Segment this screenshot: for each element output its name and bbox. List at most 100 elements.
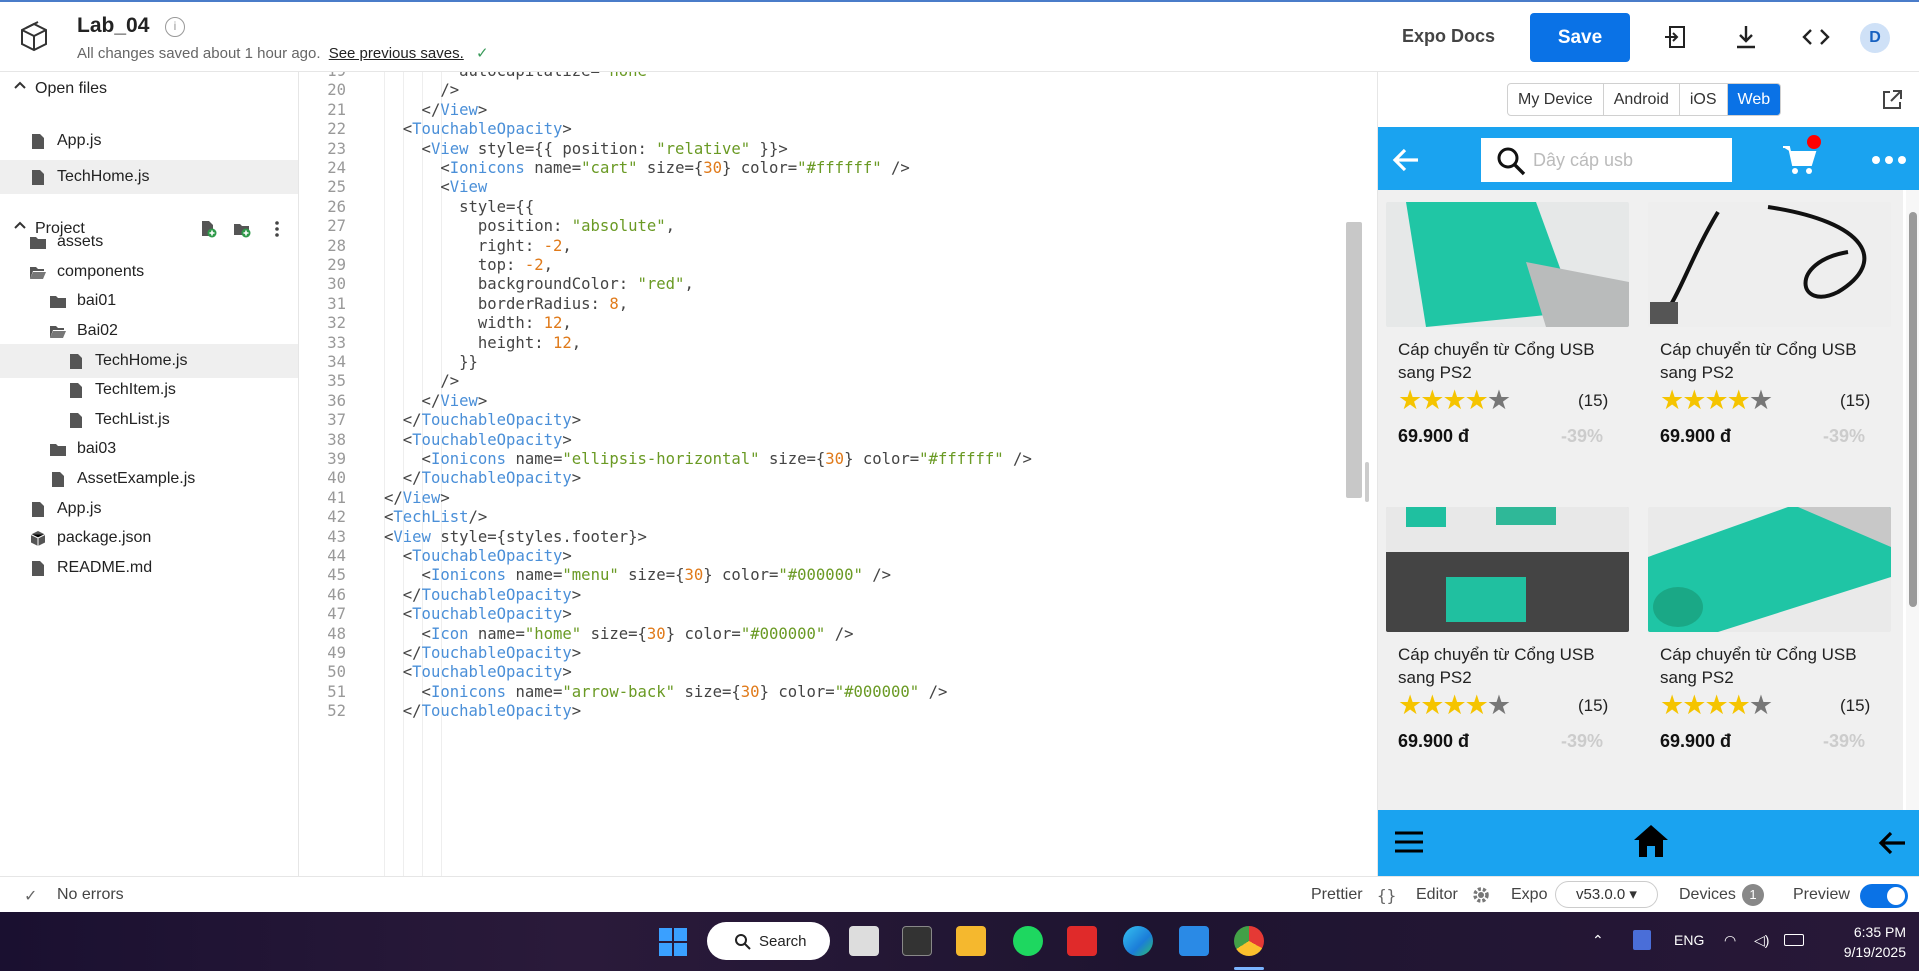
tray-app-icon[interactable] [1633,930,1651,950]
file-icon [32,134,44,149]
tree-item[interactable]: bai03 [0,432,298,466]
expo-docs-link[interactable]: Expo Docs [1402,26,1495,47]
check-icon: ✓ [475,45,489,62]
tree-item[interactable]: assets [0,225,298,259]
clock[interactable]: 6:35 PM 9/19/2025 [1826,922,1906,962]
file-icon [70,383,82,398]
editor-settings-button[interactable]: Editor [1416,886,1458,904]
folder-icon [50,296,66,308]
tab-android[interactable]: Android [1604,84,1680,115]
code-text: </TouchableOpacity> [384,702,582,721]
product-image[interactable] [1386,507,1629,632]
login-icon[interactable] [1661,22,1691,52]
rating-stars: ★★★★★ [1660,385,1773,416]
tree-item[interactable]: README.md [0,551,298,585]
package-icon [30,531,46,546]
tree-item[interactable]: AssetExample.js [0,462,298,496]
save-button[interactable]: Save [1530,13,1630,62]
open-external-icon[interactable] [1880,88,1904,112]
open-file-label: TechHome.js [57,168,150,185]
product-card[interactable]: Cáp chuyển từ Cổng USB sang PS2 ★★★★★ (15)… [1378,495,1631,785]
embed-code-icon[interactable] [1801,22,1831,52]
taskbar-search[interactable]: Search [707,922,830,960]
preview-scrollbar-thumb[interactable] [1909,212,1917,607]
wps-office-icon[interactable] [1067,926,1097,956]
windows-start-icon[interactable] [658,927,688,957]
arrow-back-icon[interactable] [1390,144,1422,176]
battery-icon[interactable] [1784,934,1804,946]
star-icon: ★ [1682,690,1706,720]
product-price: 69.900 đ [1398,426,1470,446]
home-icon[interactable] [1632,822,1670,860]
info-icon[interactable]: i [165,17,185,37]
open-file-app-js[interactable]: App.js [0,124,298,158]
product-image[interactable] [1386,202,1629,327]
wifi-icon[interactable]: ◠ [1724,932,1736,949]
panel-resize-handle[interactable] [1365,462,1369,502]
star-icon: ★ [1420,385,1444,415]
code-line[interactable]: 52 </TouchableOpacity> [300,699,1360,723]
search-icon [1497,147,1526,176]
expo-label: Expo [1511,886,1548,903]
task-view-icon[interactable] [849,926,879,956]
terminal-icon[interactable] [902,926,932,956]
download-icon[interactable] [1731,22,1761,52]
folder-icon [30,237,46,249]
save-status: All changes saved about 1 hour ago. See … [77,44,489,62]
file-icon [32,561,44,576]
tree-item[interactable]: package.json [0,521,298,555]
ellipsis-horizontal-icon[interactable] [1871,154,1907,166]
open-file-techhome-js[interactable]: TechHome.js [0,160,298,194]
status-bar: ✓ No errors Prettier {} Editor Expo v53.… [0,876,1919,912]
braces-icon[interactable]: {} [1377,886,1396,905]
editor-scrollbar[interactable] [1346,222,1362,498]
folder-icon [50,444,66,456]
platform-switcher: My Device Android iOS Web [1507,83,1782,116]
edge-icon[interactable] [1123,926,1153,956]
star-icon: ★ [1748,385,1773,415]
volume-icon[interactable]: ◁) [1754,932,1769,949]
arrow-back-icon[interactable] [1876,827,1908,859]
product-image[interactable] [1648,202,1891,327]
tree-item[interactable]: TechItem.js [0,373,298,407]
star-icon: ★ [1442,385,1466,415]
search-input[interactable]: Dây cáp usb [1481,138,1732,182]
product-card[interactable]: Cáp chuyển từ Cổng USB sang PS2 ★★★★★ (15)… [1640,495,1893,785]
product-card[interactable]: Cáp chuyển từ Cổng USB sang PS2 ★★★★★ (15)… [1640,190,1893,480]
tree-item-label: Bai02 [77,322,118,339]
spotify-icon[interactable] [1013,926,1043,956]
preview-toggle[interactable] [1860,884,1908,908]
devices-button[interactable]: Devices [1679,886,1736,904]
tree-item-label: TechList.js [95,411,170,428]
gear-icon[interactable] [1471,885,1491,905]
code-editor[interactable]: 19 autocapitalize="none"20 />21 </View>2… [300,72,1377,876]
language-indicator[interactable]: ENG [1674,932,1704,948]
tab-web[interactable]: Web [1727,84,1781,115]
product-image[interactable] [1648,507,1891,632]
chrome-icon[interactable] [1234,926,1264,956]
taskbar-search-label: Search [759,933,807,950]
discount-badge: -39% [1823,426,1866,446]
previous-saves-link[interactable]: See previous saves. [329,45,464,62]
star-icon: ★ [1398,385,1422,415]
snack-logo-icon[interactable] [16,18,52,54]
preview-scrollbar[interactable] [1906,190,1919,810]
chevron-up-icon[interactable]: ⌃ [1592,932,1604,949]
tree-item[interactable]: Bai02 [0,314,298,348]
tab-ios[interactable]: iOS [1680,84,1728,115]
errors-status[interactable]: No errors [57,886,124,904]
tree-item[interactable]: bai01 [0,284,298,318]
project-title[interactable]: Lab_04 [77,14,149,38]
menu-icon[interactable] [1394,829,1424,855]
vscode-icon[interactable] [1179,926,1209,956]
user-avatar[interactable]: D [1860,23,1890,53]
discount-badge: -39% [1823,731,1866,751]
prettier-button[interactable]: Prettier [1311,886,1363,904]
tab-my-device[interactable]: My Device [1508,84,1604,115]
app-footer [1378,810,1919,876]
open-file-app-js[interactable] [0,72,298,106]
product-card[interactable]: Cáp chuyển từ Cổng USB sang PS2 ★★★★★ (15)… [1378,190,1631,480]
rating-count: (15) [1840,391,1871,410]
file-explorer-icon[interactable] [956,926,986,956]
sdk-version-select[interactable]: v53.0.0 ▾ [1555,881,1658,908]
